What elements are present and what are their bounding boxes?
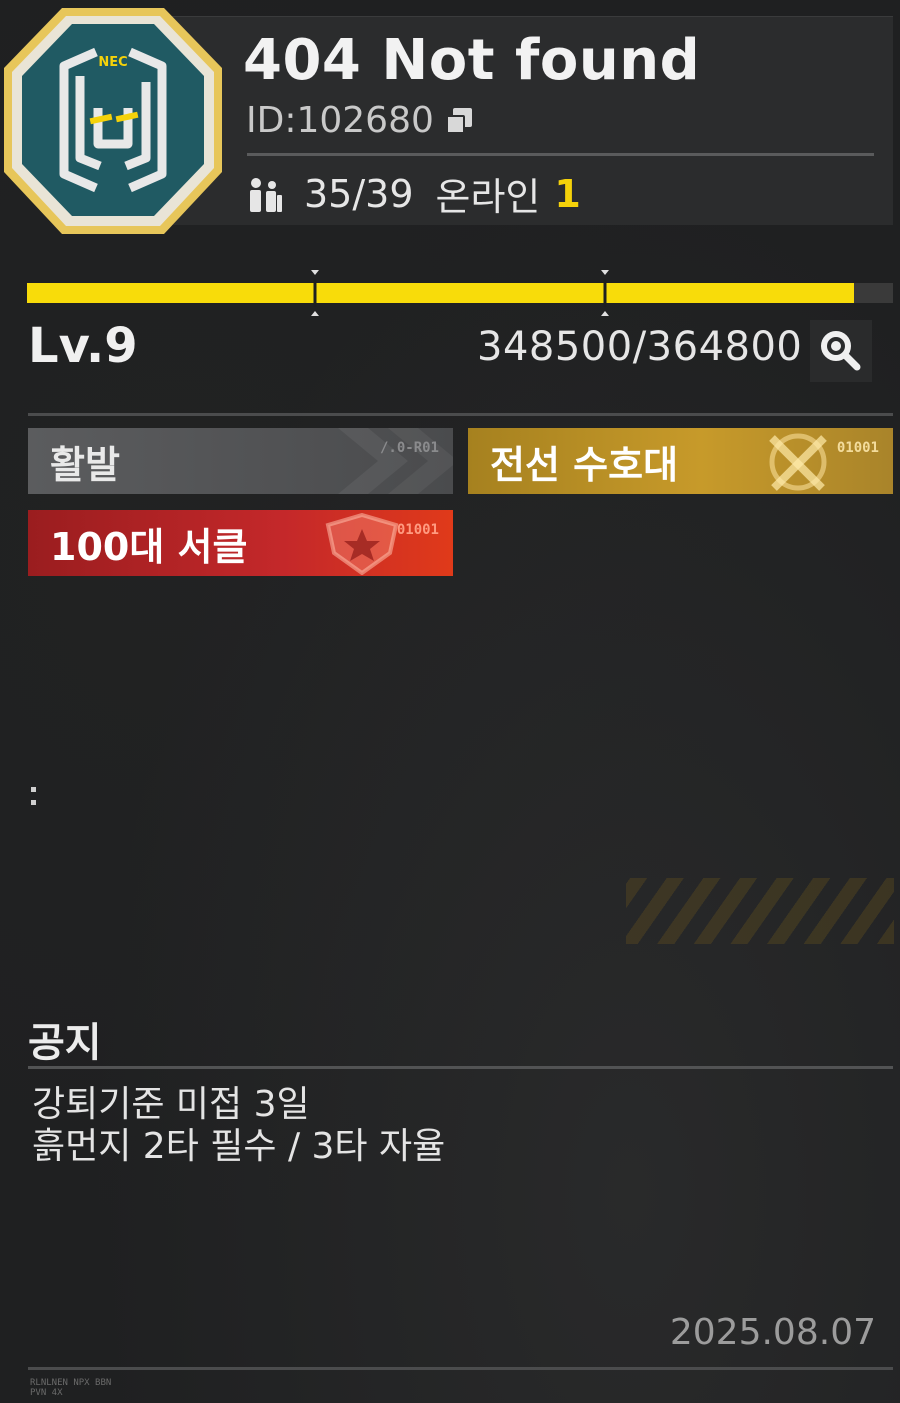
member-count: 35/39 xyxy=(304,171,414,216)
emblem-text: NEC xyxy=(98,55,127,70)
tag-frontline-guard[interactable]: 전선 수호대 01001 xyxy=(468,428,893,494)
tag-label: 100대 서클 xyxy=(50,524,248,569)
xp-milestone-marker xyxy=(311,270,319,316)
notice-date: 2025.08.07 xyxy=(669,1312,876,1353)
emblem-icon: NEC xyxy=(4,8,222,234)
copy-icon[interactable] xyxy=(445,107,472,134)
club-id: ID:102680 xyxy=(246,100,434,141)
online-count: 1 xyxy=(554,171,581,216)
online-label: 온라인 xyxy=(435,175,541,219)
notice-line: 흙먼지 2타 필수 / 3타 자율 xyxy=(32,1126,446,1167)
xp-bar-fill xyxy=(27,283,855,303)
members-icon xyxy=(250,177,282,212)
notice-line: 강퇴기준 미접 3일 xyxy=(32,1084,310,1125)
xp-numbers: 348500/364800 xyxy=(477,324,803,370)
xp-bar xyxy=(27,270,893,316)
notice-title: 공지 xyxy=(28,1020,102,1066)
notice-divider xyxy=(28,1066,893,1069)
header-divider xyxy=(247,153,874,156)
club-name: 404 Not found xyxy=(243,28,701,93)
xp-milestone-marker xyxy=(601,270,609,316)
club-id-row: ID:102680 xyxy=(246,100,472,141)
tag-active[interactable]: 활발 /.0-R01 xyxy=(28,428,453,494)
star-shield-icon xyxy=(325,513,399,575)
tag-code: /.0-R01 xyxy=(379,440,439,456)
footer-code: RLNLNEN NPX BBN PVN 4X xyxy=(30,1378,112,1398)
background-stripes xyxy=(626,878,894,944)
level-label: Lv.9 xyxy=(28,318,138,374)
bottom-divider xyxy=(28,1367,893,1370)
tag-deco xyxy=(338,428,453,494)
tag-label: 활발 xyxy=(50,442,120,487)
notice-body: 강퇴기준 미접 3일 흙먼지 2타 필수 / 3타 자율 xyxy=(32,1084,445,1168)
more-dots-icon xyxy=(31,787,37,809)
tag-label: 전선 수호대 xyxy=(490,442,679,487)
crossed-swords-icon xyxy=(769,433,827,491)
members-row: 35/39 온라인 1 xyxy=(246,166,581,221)
section-divider xyxy=(28,413,893,416)
search-icon xyxy=(821,331,861,371)
tag-top100-circle[interactable]: 100대 서클 01001 xyxy=(28,510,453,576)
tag-code: 01001 xyxy=(396,522,439,538)
search-button[interactable] xyxy=(810,320,872,382)
tag-code: 01001 xyxy=(836,440,879,456)
